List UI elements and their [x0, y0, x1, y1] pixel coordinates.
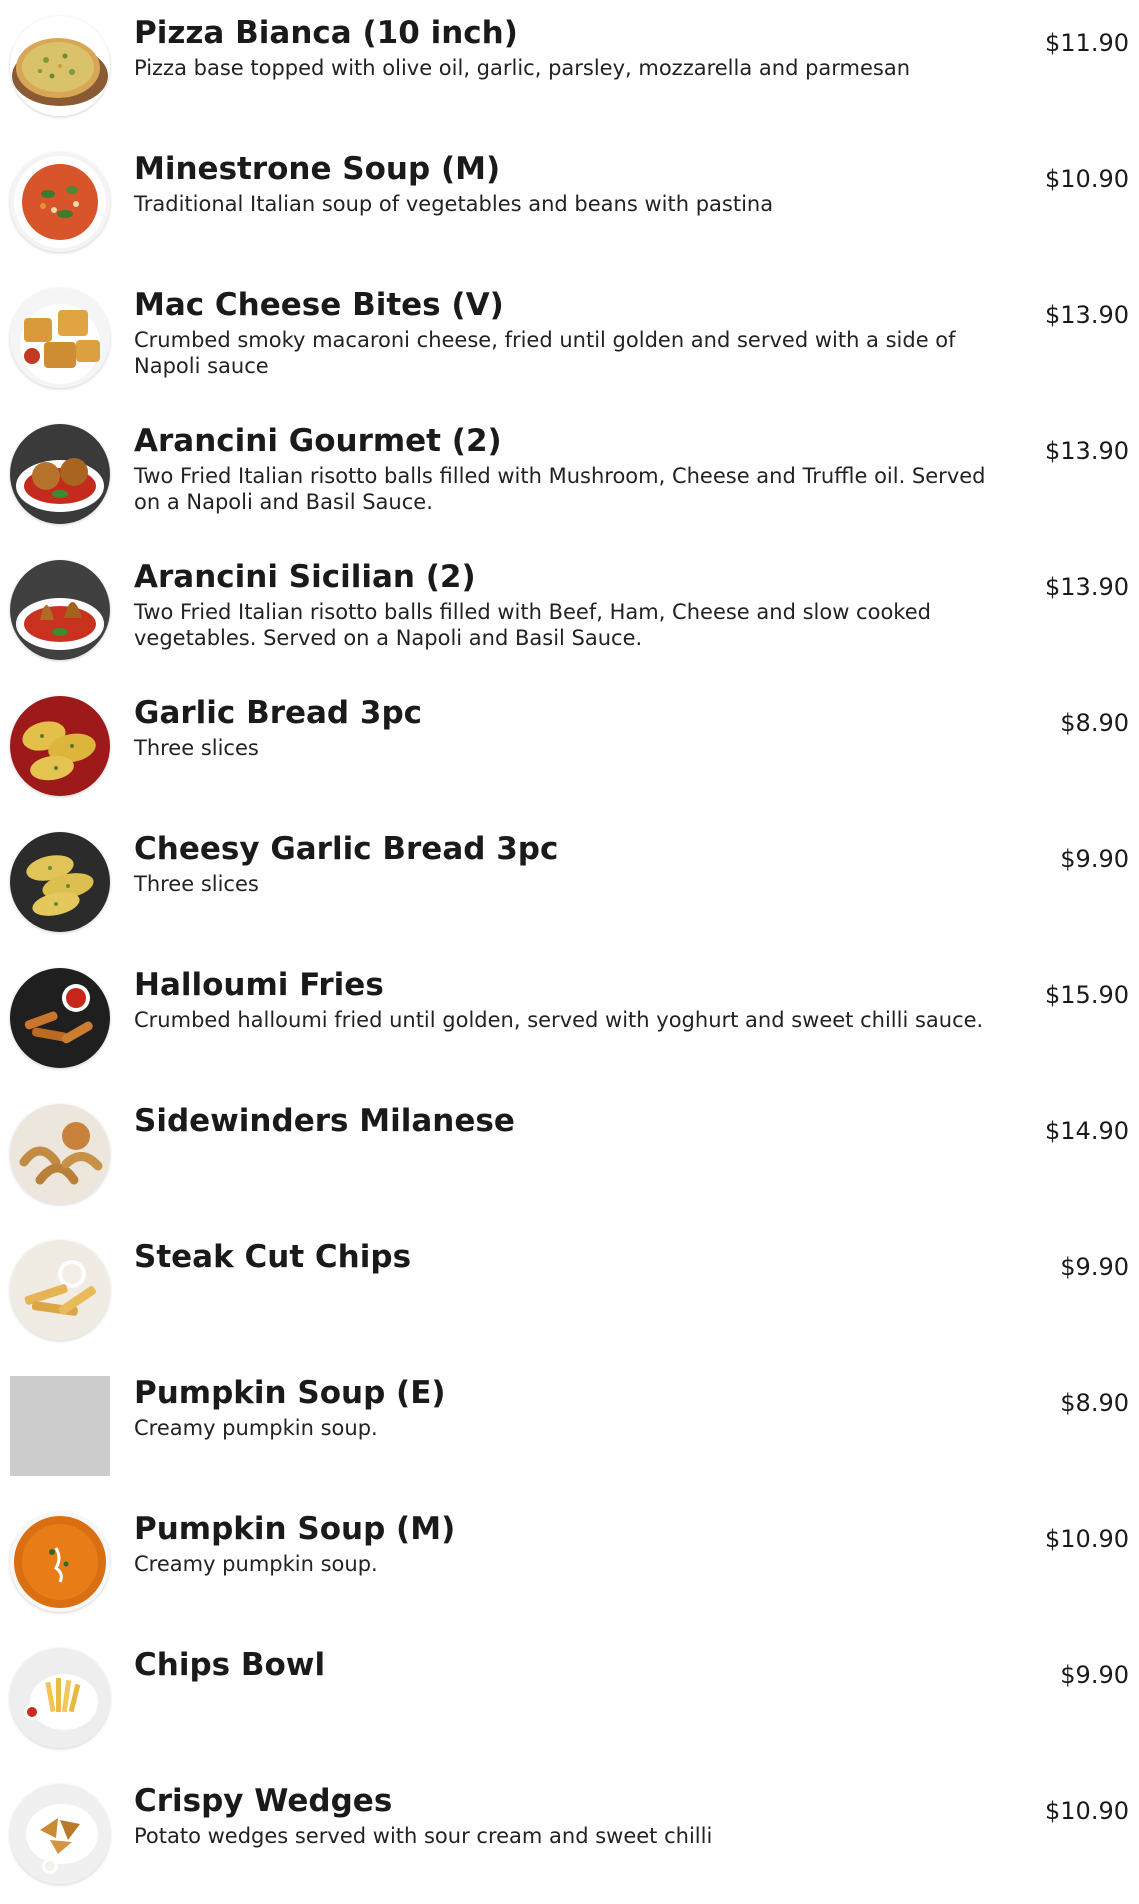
cheesy-garlic-bread-photo[interactable]	[10, 832, 110, 932]
menu-list: Pizza Bianca (10 inch) Pizza base topped…	[0, 0, 1139, 1904]
chips-bowl-photo[interactable]	[10, 1648, 110, 1748]
menu-item-crispy-wedges[interactable]: Crispy Wedges Potato wedges served with …	[0, 1768, 1139, 1904]
arancini-sicilian-photo[interactable]	[10, 560, 110, 660]
pumpkin-soup-photo[interactable]	[10, 1512, 110, 1612]
menu-item-pizza-bianca[interactable]: Pizza Bianca (10 inch) Pizza base topped…	[0, 0, 1139, 136]
item-price: $10.90	[1045, 1525, 1129, 1553]
item-price: $15.90	[1045, 981, 1129, 1009]
menu-item-steak-cut-chips[interactable]: Steak Cut Chips $9.90	[0, 1224, 1139, 1360]
item-name: Chips Bowl	[134, 1647, 326, 1683]
item-name: Garlic Bread 3pc	[134, 695, 423, 731]
item-price: $8.90	[1060, 1389, 1129, 1417]
item-price: $14.90	[1045, 1117, 1129, 1145]
menu-item-minestrone-soup[interactable]: Minestrone Soup (M) Traditional Italian …	[0, 136, 1139, 272]
item-price: $9.90	[1060, 845, 1129, 873]
menu-item-halloumi-fries[interactable]: Halloumi Fries Crumbed halloumi fried un…	[0, 952, 1139, 1088]
item-name: Mac Cheese Bites (V)	[134, 287, 504, 323]
menu-item-pumpkin-soup-e[interactable]: Pumpkin Soup (E) Creamy pumpkin soup. $8…	[0, 1360, 1139, 1496]
halloumi-fries-photo[interactable]	[10, 968, 110, 1068]
item-description: Two Fried Italian risotto balls filled w…	[134, 600, 931, 650]
item-price: $13.90	[1045, 437, 1129, 465]
item-name: Steak Cut Chips	[134, 1239, 412, 1275]
item-name: Sidewinders Milanese	[134, 1103, 515, 1139]
item-description: Crumbed smoky macaroni cheese, fried unt…	[134, 328, 956, 378]
item-description: Three slices	[134, 736, 259, 760]
item-description: Pizza base topped with olive oil, garlic…	[134, 56, 911, 80]
item-description: Traditional Italian soup of vegetables a…	[134, 192, 774, 216]
item-name: Pumpkin Soup (M)	[134, 1511, 456, 1547]
item-price: $8.90	[1060, 709, 1129, 737]
item-price: $9.90	[1060, 1253, 1129, 1281]
item-price: $13.90	[1045, 301, 1129, 329]
sidewinders-photo[interactable]	[10, 1104, 110, 1204]
menu-item-cheesy-garlic-bread[interactable]: Cheesy Garlic Bread 3pc Three slices $9.…	[0, 816, 1139, 952]
item-name: Arancini Sicilian (2)	[134, 559, 476, 595]
item-description: Two Fried Italian risotto balls filled w…	[134, 464, 986, 514]
item-name: Cheesy Garlic Bread 3pc	[134, 831, 559, 867]
item-description: Creamy pumpkin soup.	[134, 1416, 378, 1440]
pizza-bianca-photo[interactable]	[10, 16, 110, 116]
menu-item-pumpkin-soup-m[interactable]: Pumpkin Soup (M) Creamy pumpkin soup. $1…	[0, 1496, 1139, 1632]
menu-item-arancini-gourmet[interactable]: Arancini Gourmet (2) Two Fried Italian r…	[0, 408, 1139, 544]
item-price: $9.90	[1060, 1661, 1129, 1689]
item-description: Crumbed halloumi fried until golden, ser…	[134, 1008, 984, 1032]
item-name: Crispy Wedges	[134, 1783, 393, 1819]
item-price: $11.90	[1045, 29, 1129, 57]
item-name: Pizza Bianca (10 inch)	[134, 15, 518, 51]
minestrone-soup-photo[interactable]	[10, 152, 110, 252]
item-price: $10.90	[1045, 165, 1129, 193]
menu-item-sidewinders-milanese[interactable]: Sidewinders Milanese $14.90	[0, 1088, 1139, 1224]
item-description: Three slices	[134, 872, 259, 896]
item-description: Creamy pumpkin soup.	[134, 1552, 378, 1576]
garlic-bread-photo[interactable]	[10, 696, 110, 796]
item-name: Arancini Gourmet (2)	[134, 423, 502, 459]
item-name: Halloumi Fries	[134, 967, 384, 1003]
menu-item-garlic-bread[interactable]: Garlic Bread 3pc Three slices $8.90	[0, 680, 1139, 816]
menu-item-mac-cheese-bites[interactable]: Mac Cheese Bites (V) Crumbed smoky macar…	[0, 272, 1139, 408]
item-name: Minestrone Soup (M)	[134, 151, 501, 187]
menu-item-chips-bowl[interactable]: Chips Bowl $9.90	[0, 1632, 1139, 1768]
item-price: $10.90	[1045, 1797, 1129, 1825]
item-price: $13.90	[1045, 573, 1129, 601]
arancini-gourmet-photo[interactable]	[10, 424, 110, 524]
item-name: Pumpkin Soup (E)	[134, 1375, 446, 1411]
mac-cheese-bites-photo[interactable]	[10, 288, 110, 388]
image-placeholder[interactable]	[10, 1376, 110, 1476]
steak-cut-chips-photo[interactable]	[10, 1240, 110, 1340]
item-description: Potato wedges served with sour cream and…	[134, 1824, 713, 1848]
menu-item-arancini-sicilian[interactable]: Arancini Sicilian (2) Two Fried Italian …	[0, 544, 1139, 680]
crispy-wedges-photo[interactable]	[10, 1784, 110, 1884]
